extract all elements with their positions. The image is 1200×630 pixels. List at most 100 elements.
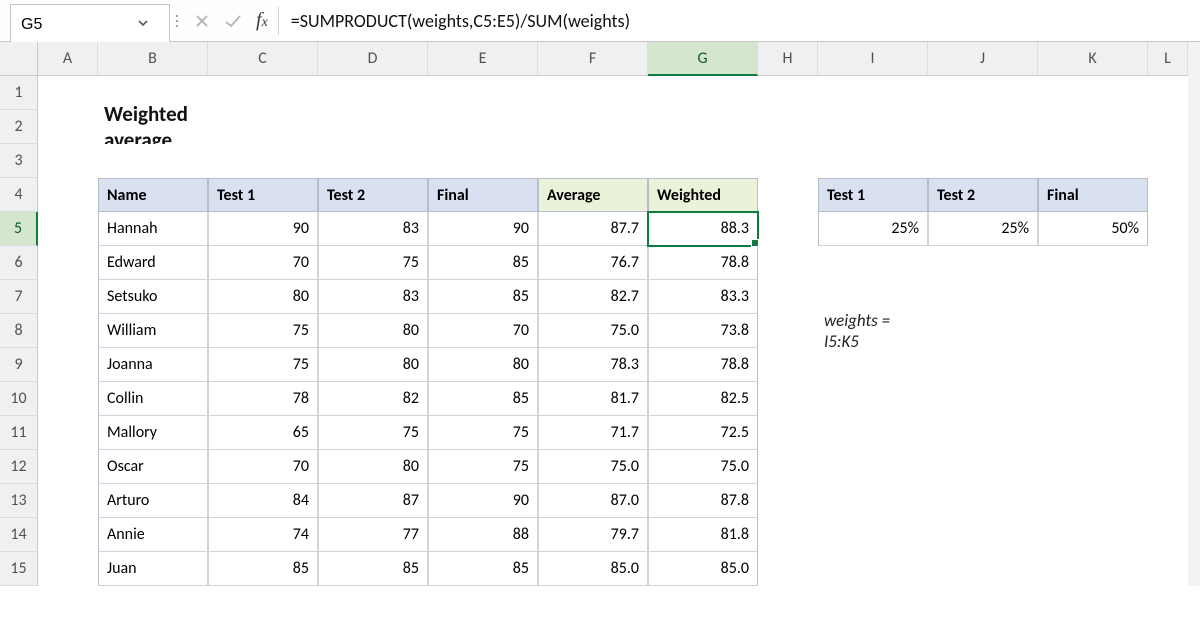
cell-H15[interactable] <box>758 552 818 586</box>
cell-L12[interactable] <box>1148 450 1188 484</box>
value-cell[interactable]: 78.8 <box>648 246 758 280</box>
cell-A3[interactable] <box>38 144 98 178</box>
cell-J1[interactable] <box>928 76 1038 110</box>
value-cell[interactable]: 72.5 <box>648 416 758 450</box>
cell-L8[interactable] <box>1148 314 1188 348</box>
value-cell[interactable]: 80 <box>428 348 538 382</box>
value-cell[interactable]: 83 <box>318 280 428 314</box>
cell-A10[interactable] <box>38 382 98 416</box>
value-cell[interactable]: 85 <box>428 552 538 586</box>
name-cell[interactable]: Collin <box>98 382 208 416</box>
value-cell[interactable]: 80 <box>318 348 428 382</box>
column-header-H[interactable]: H <box>758 42 818 76</box>
weights-table-header[interactable]: Final <box>1038 178 1148 212</box>
value-cell[interactable]: 65 <box>208 416 318 450</box>
value-cell[interactable]: 82.5 <box>648 382 758 416</box>
cell-A14[interactable] <box>38 518 98 552</box>
main-table-header[interactable]: Test 2 <box>318 178 428 212</box>
value-cell[interactable]: 87.0 <box>538 484 648 518</box>
cell-I9[interactable] <box>818 348 928 382</box>
cell-K9[interactable] <box>1038 348 1148 382</box>
cell-K11[interactable] <box>1038 416 1148 450</box>
cell-J9[interactable] <box>928 348 1038 382</box>
cell-F1[interactable] <box>538 76 648 110</box>
row-header-5[interactable]: 5 <box>0 212 38 246</box>
row-header-11[interactable]: 11 <box>0 416 38 450</box>
cell-H2[interactable] <box>758 110 818 144</box>
cell-L11[interactable] <box>1148 416 1188 450</box>
name-cell[interactable]: Joanna <box>98 348 208 382</box>
row-header-12[interactable]: 12 <box>0 450 38 484</box>
row-header-4[interactable]: 4 <box>0 178 38 212</box>
value-cell[interactable]: 73.8 <box>648 314 758 348</box>
main-table-header[interactable]: Average <box>538 178 648 212</box>
cell-D2[interactable] <box>318 110 428 144</box>
column-header-K[interactable]: K <box>1038 42 1148 76</box>
cell-J7[interactable] <box>928 280 1038 314</box>
value-cell[interactable]: 75 <box>428 450 538 484</box>
cell-J15[interactable] <box>928 552 1038 586</box>
value-cell[interactable]: 75 <box>428 416 538 450</box>
cell-H8[interactable] <box>758 314 818 348</box>
cell-L1[interactable] <box>1148 76 1188 110</box>
cell-G1[interactable] <box>648 76 758 110</box>
column-header-I[interactable]: I <box>818 42 928 76</box>
active-cell[interactable]: 88.3 <box>648 212 758 246</box>
cell-J8[interactable] <box>928 314 1038 348</box>
cell-L5[interactable] <box>1148 212 1188 246</box>
name-cell[interactable]: Edward <box>98 246 208 280</box>
value-cell[interactable]: 80 <box>208 280 318 314</box>
cell-L13[interactable] <box>1148 484 1188 518</box>
column-header-B[interactable]: B <box>98 42 208 76</box>
cell-J3[interactable] <box>928 144 1038 178</box>
cell-J13[interactable] <box>928 484 1038 518</box>
resize-handle-icon[interactable] <box>170 0 184 41</box>
cell-H9[interactable] <box>758 348 818 382</box>
cell-L15[interactable] <box>1148 552 1188 586</box>
row-header-10[interactable]: 10 <box>0 382 38 416</box>
cell-K1[interactable] <box>1038 76 1148 110</box>
cell-I6[interactable] <box>818 246 928 280</box>
cell-E1[interactable] <box>428 76 538 110</box>
weights-table-header[interactable]: Test 2 <box>928 178 1038 212</box>
value-cell[interactable]: 85 <box>428 280 538 314</box>
cell-F2[interactable] <box>538 110 648 144</box>
value-cell[interactable]: 81.7 <box>538 382 648 416</box>
row-header-14[interactable]: 14 <box>0 518 38 552</box>
weights-table-cell[interactable]: 25% <box>928 212 1038 246</box>
value-cell[interactable]: 85 <box>318 552 428 586</box>
cell-L2[interactable] <box>1148 110 1188 144</box>
select-all-triangle[interactable] <box>0 42 38 76</box>
name-cell[interactable]: William <box>98 314 208 348</box>
insert-function-icon[interactable]: fx <box>256 9 268 32</box>
main-table-header[interactable]: Name <box>98 178 208 212</box>
cell-L4[interactable] <box>1148 178 1188 212</box>
cell-G2[interactable] <box>648 110 758 144</box>
weights-table-header[interactable]: Test 1 <box>818 178 928 212</box>
chevron-down-icon[interactable] <box>131 17 155 33</box>
cell-A13[interactable] <box>38 484 98 518</box>
row-header-15[interactable]: 15 <box>0 552 38 586</box>
row-header-2[interactable]: 2 <box>0 110 38 144</box>
value-cell[interactable]: 75 <box>318 246 428 280</box>
cell-A4[interactable] <box>38 178 98 212</box>
value-cell[interactable]: 75 <box>208 348 318 382</box>
cell-C1[interactable] <box>208 76 318 110</box>
value-cell[interactable]: 84 <box>208 484 318 518</box>
cell-I15[interactable] <box>818 552 928 586</box>
spreadsheet-grid[interactable]: ABCDEFGHIJKL12Weighted average34NameTest… <box>0 42 1200 586</box>
value-cell[interactable]: 85.0 <box>538 552 648 586</box>
value-cell[interactable]: 82.7 <box>538 280 648 314</box>
main-table-header[interactable]: Weighted <box>648 178 758 212</box>
value-cell[interactable]: 75.0 <box>648 450 758 484</box>
cell-K15[interactable] <box>1038 552 1148 586</box>
value-cell[interactable]: 76.7 <box>538 246 648 280</box>
value-cell[interactable]: 90 <box>428 484 538 518</box>
value-cell[interactable]: 80 <box>318 314 428 348</box>
value-cell[interactable]: 87.7 <box>538 212 648 246</box>
cell-H13[interactable] <box>758 484 818 518</box>
main-table-header[interactable]: Test 1 <box>208 178 318 212</box>
cell-I14[interactable] <box>818 518 928 552</box>
cell-J14[interactable] <box>928 518 1038 552</box>
cell-J2[interactable] <box>928 110 1038 144</box>
